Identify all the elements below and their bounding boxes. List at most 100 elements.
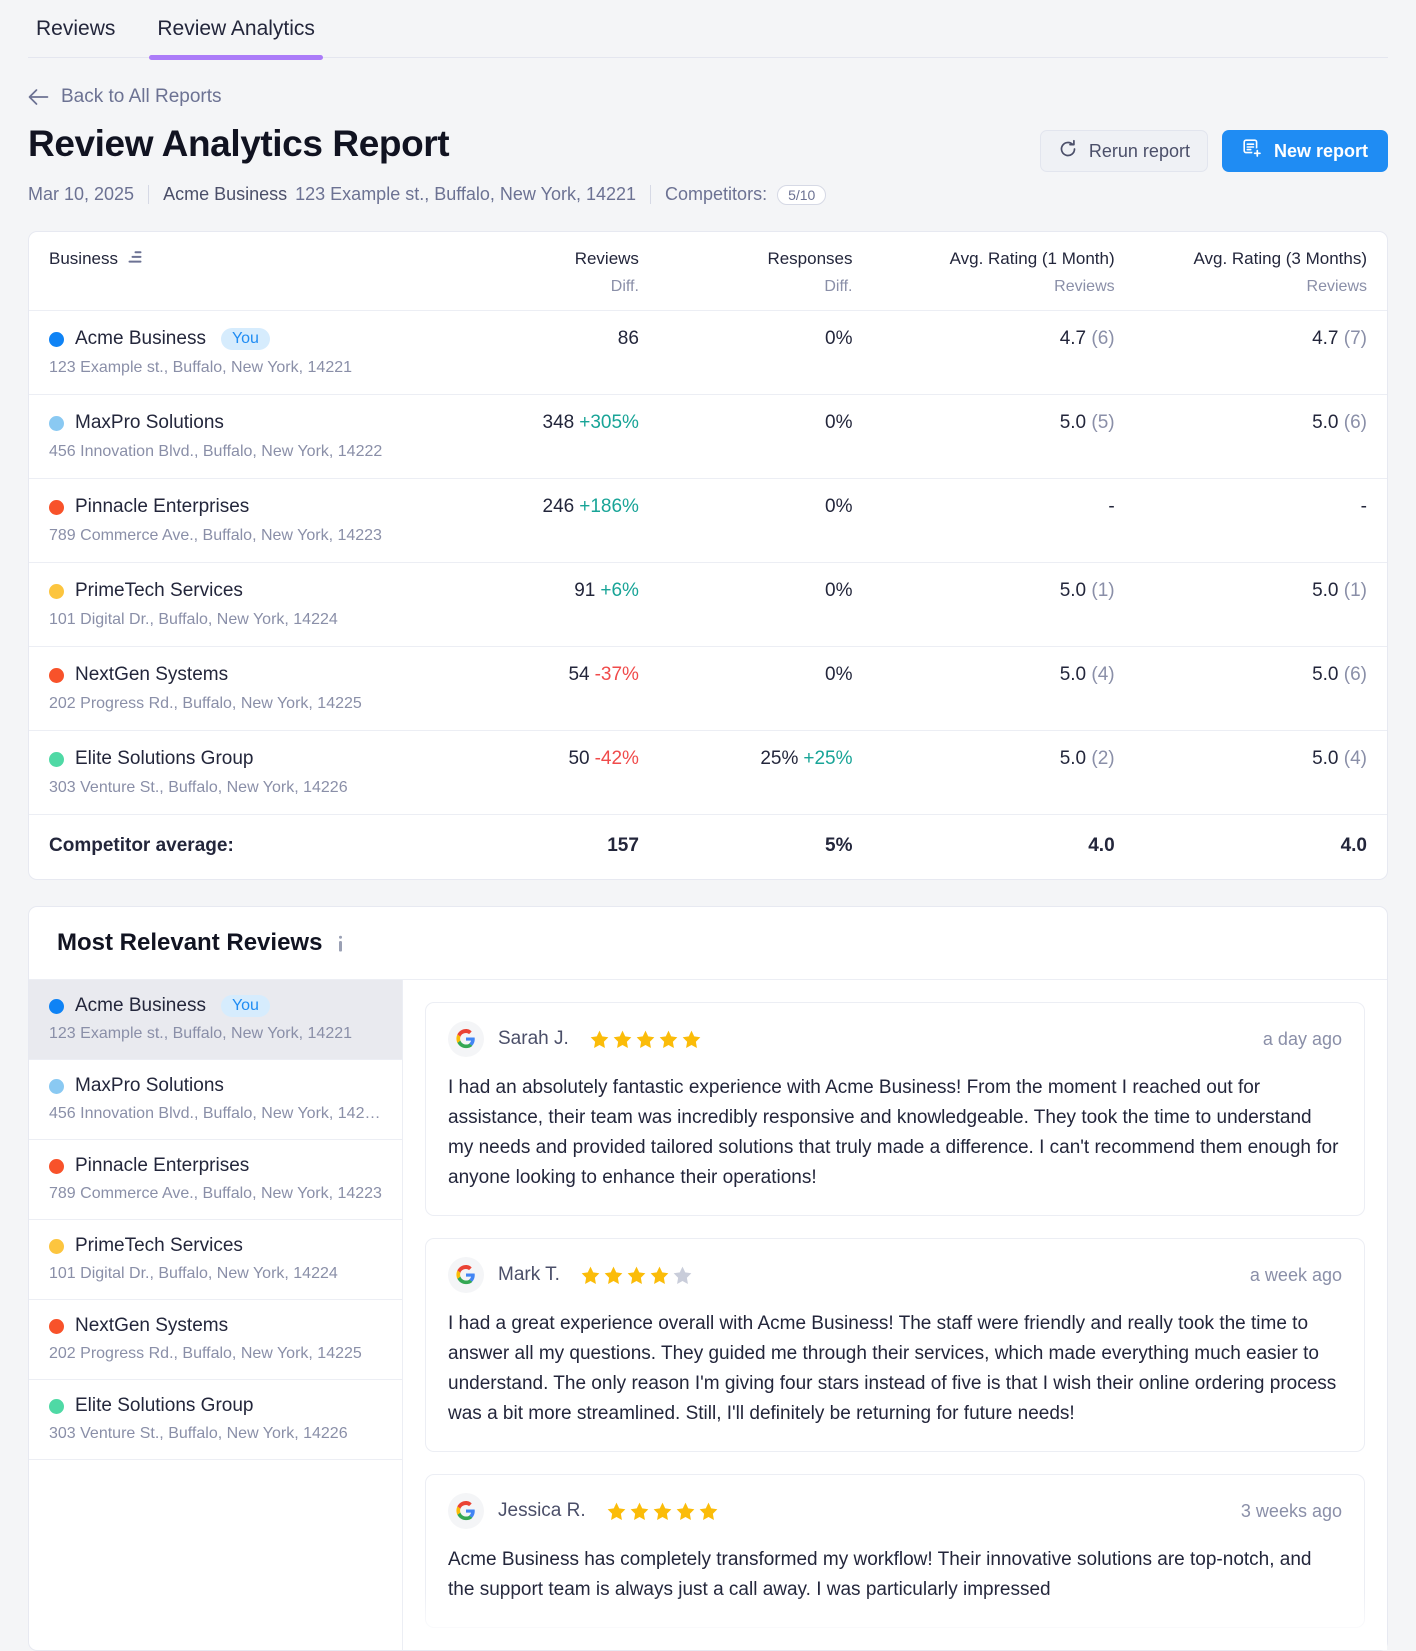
row-business-cell: Pinnacle Enterprises 789 Commerce Ave., B… bbox=[29, 479, 480, 563]
rating-count: (2) bbox=[1091, 748, 1115, 769]
table-row[interactable]: Elite Solutions Group 303 Venture St., Bu… bbox=[29, 730, 1387, 815]
business-color-dot bbox=[49, 499, 64, 515]
business-color-dot bbox=[49, 331, 64, 347]
competitor-average-rating-1-month: 4.0 bbox=[1088, 835, 1115, 856]
header-actions: Rerun report New report bbox=[1039, 124, 1388, 172]
google-icon bbox=[448, 1493, 484, 1530]
reviews-business-list-item[interactable]: PrimeTech Services 101 Digital Dr., Buffa… bbox=[29, 1220, 402, 1300]
star-icon bbox=[626, 1265, 647, 1286]
business-color-dot bbox=[49, 1158, 64, 1174]
rating-count: (7) bbox=[1343, 328, 1367, 349]
row-reviews-cell: 91 +6% bbox=[480, 563, 659, 647]
row-rating-1-month-cell: 4.7 (6) bbox=[873, 311, 1135, 395]
star-icon bbox=[649, 1265, 670, 1286]
reviews-value: 246 bbox=[542, 496, 575, 517]
row-business-cell: NextGen Systems 202 Progress Rd., Buffalo… bbox=[29, 647, 480, 731]
reviews-diff: +305% bbox=[579, 412, 639, 433]
col-responses[interactable]: Responses Diff. bbox=[659, 232, 873, 311]
responses-value: 0% bbox=[825, 664, 853, 685]
report-date: Mar 10, 2025 bbox=[28, 184, 135, 204]
review-author: Mark T. bbox=[498, 1264, 560, 1286]
star-icon bbox=[629, 1501, 650, 1522]
business-name: Acme Business bbox=[75, 328, 206, 349]
review-rating-stars bbox=[606, 1501, 719, 1522]
row-business-cell: Elite Solutions Group 303 Venture St., Bu… bbox=[29, 731, 480, 815]
col-reviews-label: Reviews bbox=[574, 249, 639, 268]
review-header: Mark T. a week ago bbox=[448, 1257, 1342, 1294]
table-row[interactable]: MaxPro Solutions 456 Innovation Blvd., Bu… bbox=[29, 394, 1387, 479]
review-header: Jessica R. 3 weeks ago bbox=[448, 1493, 1342, 1530]
review-author: Jessica R. bbox=[498, 1500, 586, 1522]
tab-reviews-label: Reviews bbox=[36, 17, 116, 40]
business-address: 303 Venture St., Buffalo, New York, 1422… bbox=[49, 1425, 348, 1442]
info-icon[interactable] bbox=[332, 935, 349, 952]
row-rating-3-months-cell: 5.0 (4) bbox=[1135, 731, 1387, 815]
business-name-row: MaxPro Solutions bbox=[49, 412, 460, 434]
business-name: Pinnacle Enterprises bbox=[75, 496, 250, 517]
table-row[interactable]: Acme Business You 123 Example st., Buffalo… bbox=[29, 310, 1387, 395]
col-responses-sublabel: Diff. bbox=[824, 278, 853, 295]
table-header-row: Business Reviews Diff. Responses Diff. A… bbox=[29, 232, 1387, 311]
row-reviews-cell: 50 -42% bbox=[480, 731, 659, 815]
responses-value: 25% bbox=[760, 748, 799, 769]
responses-value: 0% bbox=[825, 412, 853, 433]
rating-count: (6) bbox=[1091, 328, 1115, 349]
reviews-business-list-item[interactable]: Pinnacle Enterprises 789 Commerce Ave., B… bbox=[29, 1140, 402, 1220]
table-row[interactable]: Pinnacle Enterprises 789 Commerce Ave., B… bbox=[29, 478, 1387, 563]
review-card: Sarah J. a day ago I had an absolutely fan… bbox=[425, 1002, 1365, 1217]
rerun-report-label: Rerun report bbox=[1088, 140, 1190, 161]
most-relevant-reviews-card: Most Relevant Reviews Acme Business You 12… bbox=[28, 906, 1388, 1651]
rating-1-month-value: 4.7 bbox=[1059, 328, 1087, 349]
reviews-business-list-item[interactable]: Acme Business You 123 Example st., Buffalo… bbox=[29, 980, 402, 1060]
rating-3-months-value: 4.7 bbox=[1312, 328, 1339, 349]
competitor-average-label: Competitor average: bbox=[49, 835, 234, 856]
rating-count: (6) bbox=[1343, 412, 1367, 433]
col-avg-rating-3-months[interactable]: Avg. Rating (3 Months) Reviews bbox=[1135, 232, 1387, 311]
reviews-value: 50 bbox=[568, 748, 590, 769]
business-name-row: NextGen Systems bbox=[49, 664, 460, 686]
row-reviews-cell: 86 bbox=[480, 311, 659, 395]
review-rating-stars bbox=[580, 1265, 693, 1286]
col-avg-rating-1-month[interactable]: Avg. Rating (1 Month) Reviews bbox=[873, 232, 1135, 311]
col-reviews[interactable]: Reviews Diff. bbox=[480, 232, 659, 311]
new-document-icon bbox=[1242, 138, 1263, 164]
business-name-row: Elite Solutions Group bbox=[49, 748, 460, 770]
tab-reviews[interactable]: Reviews bbox=[28, 18, 123, 57]
star-icon bbox=[658, 1029, 679, 1050]
business-address: 789 Commerce Ave., Buffalo, New York, 14… bbox=[49, 527, 382, 544]
col-rating3-label: Avg. Rating (3 Months) bbox=[1193, 249, 1367, 268]
business-name: Elite Solutions Group bbox=[75, 1395, 254, 1416]
rating-3-months-value: 5.0 bbox=[1312, 412, 1339, 433]
review-text: I had a great experience overall with Ac… bbox=[448, 1313, 1337, 1425]
business-name: MaxPro Solutions bbox=[75, 412, 224, 433]
rating-1-month-value: 5.0 bbox=[1059, 664, 1087, 685]
main-tabs: Reviews Review Analytics bbox=[28, 0, 1388, 60]
row-rating-1-month-cell: 5.0 (2) bbox=[873, 731, 1135, 815]
rating-3-months-value: - bbox=[1360, 496, 1367, 517]
reviews-value: 91 bbox=[574, 580, 596, 601]
new-report-button[interactable]: New report bbox=[1221, 130, 1388, 172]
rating-1-month-value: - bbox=[1108, 496, 1115, 517]
reviews-business-list-item[interactable]: MaxPro Solutions 456 Innovation Blvd., Bu… bbox=[29, 1060, 402, 1140]
row-business-cell: MaxPro Solutions 456 Innovation Blvd., Bu… bbox=[29, 395, 480, 479]
row-business-cell: Acme Business You 123 Example st., Buffalo… bbox=[29, 311, 480, 395]
reviews-business-list-item[interactable]: Elite Solutions Group 303 Venture St., Bu… bbox=[29, 1380, 402, 1460]
rerun-report-button[interactable]: Rerun report bbox=[1039, 130, 1208, 172]
responses-value: 0% bbox=[825, 496, 853, 517]
table-row[interactable]: PrimeTech Services 101 Digital Dr., Buffa… bbox=[29, 562, 1387, 647]
col-business-label: Business bbox=[49, 249, 118, 268]
tab-review-analytics[interactable]: Review Analytics bbox=[149, 18, 323, 60]
reviews-diff: +6% bbox=[600, 580, 639, 601]
reviews-business-list-item[interactable]: NextGen Systems 202 Progress Rd., Buffalo… bbox=[29, 1300, 402, 1380]
competitor-average-row: Competitor average: 157 5% 4.0 4.0 bbox=[29, 814, 1387, 880]
sort-icon[interactable] bbox=[127, 249, 143, 269]
reviews-value: 54 bbox=[568, 664, 590, 685]
back-to-all-reports-link[interactable]: Back to All Reports bbox=[28, 86, 222, 108]
business-color-dot bbox=[49, 998, 64, 1014]
rating-1-month-value: 5.0 bbox=[1059, 580, 1087, 601]
google-icon bbox=[448, 1257, 484, 1294]
table-row[interactable]: NextGen Systems 202 Progress Rd., Buffalo… bbox=[29, 646, 1387, 731]
review-timestamp: a week ago bbox=[1249, 1264, 1342, 1285]
row-rating-3-months-cell: 5.0 (6) bbox=[1135, 395, 1387, 479]
col-business[interactable]: Business bbox=[29, 232, 480, 311]
